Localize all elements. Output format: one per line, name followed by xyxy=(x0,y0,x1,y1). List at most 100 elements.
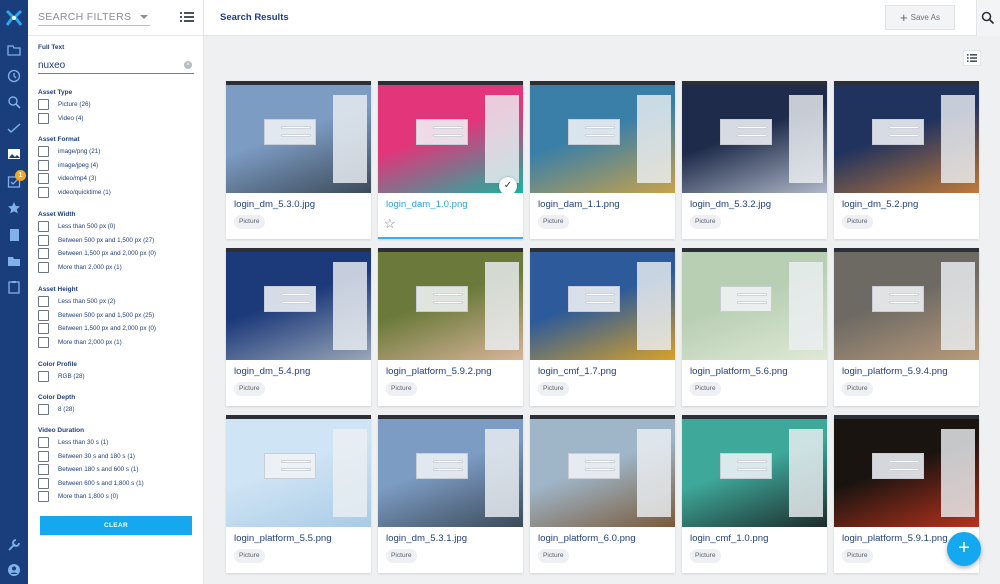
filter-checkbox[interactable] xyxy=(38,112,49,124)
result-card[interactable]: login_dam_1.1.png Picture xyxy=(530,81,675,239)
save-as-button[interactable]: + Save As xyxy=(885,5,955,30)
result-title[interactable]: login_platform_5.9.4.png xyxy=(842,366,948,377)
filter-checkbox[interactable] xyxy=(38,309,49,321)
filter-checkbox[interactable] xyxy=(38,491,49,502)
asset-search-icon[interactable] xyxy=(6,146,22,162)
result-card[interactable]: login_cmf_1.0.png Picture xyxy=(682,415,827,573)
filter-checkbox[interactable] xyxy=(38,323,49,334)
filter-checkbox[interactable] xyxy=(38,146,49,157)
result-title[interactable]: login_dm_5.2.png xyxy=(842,199,918,210)
filter-option[interactable]: More than 1,800 s (0) xyxy=(38,491,118,502)
clipboard-icon[interactable] xyxy=(6,279,22,295)
result-thumbnail[interactable] xyxy=(682,248,827,360)
filter-option[interactable]: Video (4) xyxy=(38,112,83,124)
result-thumbnail[interactable] xyxy=(682,415,827,527)
history-icon[interactable] xyxy=(6,68,22,84)
search-icon[interactable] xyxy=(6,94,22,110)
filter-option[interactable]: Less than 500 px (0) xyxy=(38,221,115,232)
filter-option[interactable]: Picture (26) xyxy=(38,99,91,110)
result-thumbnail[interactable] xyxy=(226,248,371,360)
filter-option[interactable]: image/png (21) xyxy=(38,146,100,157)
result-thumbnail[interactable] xyxy=(226,81,371,193)
result-thumbnail[interactable] xyxy=(530,81,675,193)
filter-checkbox[interactable] xyxy=(38,450,49,462)
filter-option[interactable]: Between 1,500 px and 2,000 px (0) xyxy=(38,248,156,259)
result-title[interactable]: login_dm_5.3.1.jpg xyxy=(386,533,467,544)
filter-option[interactable]: Between 600 s and 1,800 s (1) xyxy=(38,477,144,489)
filter-checkbox[interactable] xyxy=(38,336,49,348)
search-toggle-button[interactable] xyxy=(976,0,1000,36)
result-card[interactable]: login_platform_5.9.2.png Picture xyxy=(378,248,523,406)
result-thumbnail[interactable] xyxy=(834,415,979,527)
result-thumbnail[interactable] xyxy=(682,81,827,193)
result-thumbnail[interactable] xyxy=(530,248,675,360)
result-title[interactable]: login_dam_1.1.png xyxy=(538,199,620,210)
filter-checkbox[interactable] xyxy=(38,371,49,382)
administration-wrench-icon[interactable] xyxy=(6,537,22,553)
result-card[interactable]: login_cmf_1.7.png Picture xyxy=(530,248,675,406)
filter-option[interactable]: More than 2,000 px (1) xyxy=(38,336,122,348)
filter-checkbox[interactable] xyxy=(38,261,49,273)
filter-checkbox[interactable] xyxy=(38,186,49,198)
clear-text-icon[interactable]: × xyxy=(184,61,192,69)
filter-option[interactable]: video/mp4 (3) xyxy=(38,173,97,184)
result-card[interactable]: login_dm_5.3.2.jpg Picture xyxy=(682,81,827,239)
result-title[interactable]: login_cmf_1.7.png xyxy=(538,366,616,377)
result-title[interactable]: login_dm_5.3.0.jpg xyxy=(234,199,315,210)
personal-workspace-icon[interactable] xyxy=(6,253,22,269)
user-account-icon[interactable] xyxy=(6,562,22,578)
filter-option[interactable]: Less than 30 s (1) xyxy=(38,437,108,448)
filter-option[interactable]: Between 30 s and 180 s (1) xyxy=(38,450,135,462)
result-thumbnail[interactable] xyxy=(378,248,523,360)
result-title[interactable]: login_dm_5.3.2.jpg xyxy=(690,199,771,210)
result-thumbnail[interactable] xyxy=(226,415,371,527)
filter-checkbox[interactable] xyxy=(38,437,49,448)
result-title[interactable]: login_platform_6.0.png xyxy=(538,533,636,544)
collections-icon[interactable] xyxy=(6,227,22,243)
view-mode-list-icon[interactable] xyxy=(963,50,981,66)
filter-checkbox[interactable] xyxy=(38,477,49,489)
filter-option[interactable]: image/jpeg (4) xyxy=(38,159,98,171)
result-thumbnail[interactable] xyxy=(834,81,979,193)
result-card[interactable]: login_dm_5.3.0.jpg Picture xyxy=(226,81,371,239)
filter-checkbox[interactable] xyxy=(38,248,49,259)
filter-checkbox[interactable] xyxy=(38,234,49,246)
filter-option[interactable]: More than 2,000 px (1) xyxy=(38,261,122,273)
filter-checkbox[interactable] xyxy=(38,159,49,171)
result-thumbnail[interactable]: ✓ xyxy=(378,81,523,193)
filter-checkbox[interactable] xyxy=(38,296,49,307)
filter-option[interactable]: video/quicktime (1) xyxy=(38,186,111,198)
clear-filters-button[interactable]: CLEAR xyxy=(40,516,192,535)
result-card[interactable]: login_dm_5.2.png Picture xyxy=(834,81,979,239)
filter-option[interactable]: Between 500 px and 1,500 px (27) xyxy=(38,234,154,246)
result-title[interactable]: login_platform_5.9.2.png xyxy=(386,366,492,377)
filter-checkbox[interactable] xyxy=(38,173,49,184)
selected-check-icon[interactable]: ✓ xyxy=(499,177,517,193)
result-thumbnail[interactable] xyxy=(378,415,523,527)
create-document-fab[interactable]: + xyxy=(947,532,981,566)
filter-checkbox[interactable] xyxy=(38,99,49,110)
result-card[interactable]: login_platform_6.0.png Picture xyxy=(530,415,675,573)
filter-option[interactable]: 8 (28) xyxy=(38,404,74,415)
tasks-check-icon[interactable] xyxy=(6,120,22,136)
favorite-star-icon[interactable]: ☆ xyxy=(384,217,396,231)
filter-checkbox[interactable] xyxy=(38,404,49,415)
filter-option[interactable]: Between 1,500 px and 2,000 px (0) xyxy=(38,323,156,334)
result-title[interactable]: login_platform_5.9.1.png xyxy=(842,533,948,544)
filter-option[interactable]: Less than 500 px (2) xyxy=(38,296,115,307)
result-title[interactable]: login_dm_5.4.png xyxy=(234,366,310,377)
result-thumbnail[interactable] xyxy=(530,415,675,527)
result-title[interactable]: login_platform_5.6.png xyxy=(690,366,788,377)
filter-checkbox[interactable] xyxy=(38,464,49,475)
result-title[interactable]: login_platform_5.5.png xyxy=(234,533,332,544)
filter-option[interactable]: Between 180 s and 600 s (1) xyxy=(38,464,139,475)
nuxeo-logo[interactable] xyxy=(4,8,24,28)
result-title[interactable]: login_cmf_1.0.png xyxy=(690,533,768,544)
result-card[interactable]: login_platform_5.5.png Picture xyxy=(226,415,371,573)
browse-icon[interactable] xyxy=(6,42,22,58)
filter-option[interactable]: Between 500 px and 1,500 px (25) xyxy=(38,309,154,321)
result-card[interactable]: login_dm_5.3.1.jpg Picture xyxy=(378,415,523,573)
result-card[interactable]: login_platform_5.6.png Picture xyxy=(682,248,827,406)
filter-checkbox[interactable] xyxy=(38,221,49,232)
result-title[interactable]: login_dam_1.0.png xyxy=(386,199,468,210)
